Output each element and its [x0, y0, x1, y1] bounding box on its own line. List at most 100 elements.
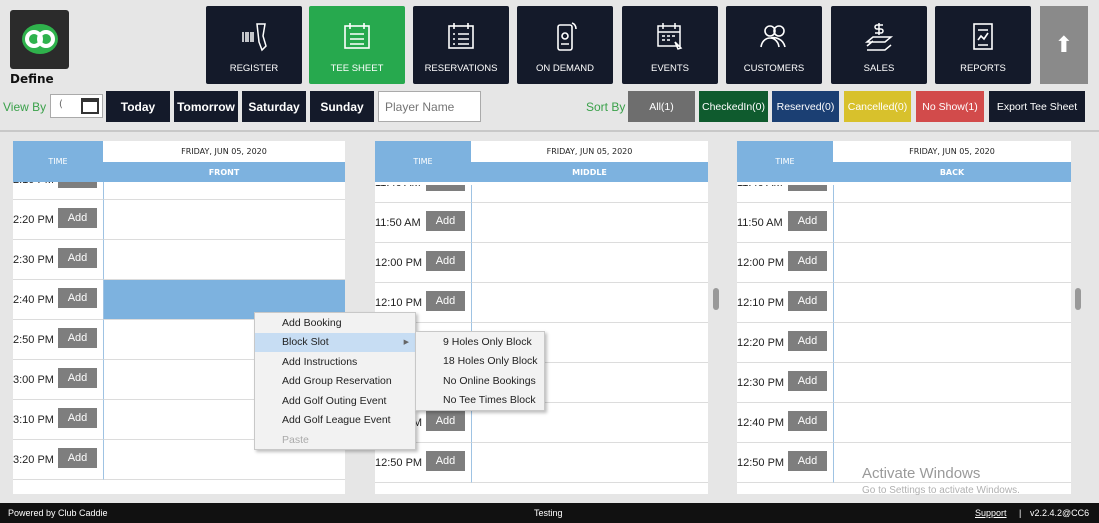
nav-label: CUSTOMERS [743, 63, 805, 74]
date-header: FRIDAY, JUN 05, 2020 [471, 141, 708, 161]
add-booking-button[interactable]: Add [58, 408, 97, 428]
nav-label: TEE SHEET [330, 63, 384, 74]
vertical-scrollbar[interactable] [713, 288, 719, 310]
club-caddie-logo[interactable] [10, 10, 69, 69]
nav-on-demand-button[interactable]: ON DEMAND [517, 6, 613, 84]
time-column-header: TIME [13, 141, 103, 182]
add-booking-button[interactable]: Add [58, 448, 97, 468]
scroll-up-button[interactable]: ⬆ [1040, 6, 1088, 84]
submenu-item-18-holes-only-block[interactable]: 18 Holes Only Block [416, 352, 544, 372]
customers-icon [726, 20, 822, 54]
menu-item-add-group-reservation[interactable]: Add Group Reservation [255, 372, 415, 392]
add-booking-button[interactable]: Add [788, 331, 827, 351]
booking-slot[interactable] [471, 443, 708, 483]
booking-slot[interactable] [833, 203, 1071, 243]
booking-slot[interactable] [833, 243, 1071, 283]
table-row: 11:50 AM Add [375, 203, 708, 243]
booking-slot[interactable] [471, 283, 708, 323]
booking-slot[interactable] [833, 363, 1071, 403]
date-header: FRIDAY, JUN 05, 2020 [103, 141, 345, 161]
tomorrow-button[interactable]: Tomorrow [174, 91, 238, 122]
saturday-button[interactable]: Saturday [242, 91, 306, 122]
course-header: FRONT [103, 162, 345, 182]
nav-sales-button[interactable]: SALES [831, 6, 927, 84]
vertical-scrollbar[interactable] [1075, 288, 1081, 310]
add-booking-button[interactable]: Add [58, 248, 97, 268]
tee-time-label: 12:30 PM [737, 377, 785, 389]
barcode-scanner-icon [206, 20, 302, 54]
nav-reservations-button[interactable]: RESERVATIONS [413, 6, 509, 84]
add-booking-button[interactable]: Add [788, 411, 827, 431]
nav-events-button[interactable]: EVENTS [622, 6, 718, 84]
booking-slot[interactable] [833, 403, 1071, 443]
add-booking-button[interactable]: Add [58, 328, 97, 348]
menu-item-add-golf-outing-event[interactable]: Add Golf Outing Event [255, 391, 415, 411]
add-booking-button[interactable]: Add [426, 291, 465, 311]
calendar-icon[interactable] [81, 98, 99, 114]
add-booking-button[interactable]: Add [426, 451, 465, 471]
add-booking-button[interactable]: Add [788, 251, 827, 271]
menu-item-label: Block Slot [282, 336, 329, 349]
menu-item-add-instructions[interactable]: Add Instructions [255, 352, 415, 372]
booking-slot[interactable] [103, 200, 345, 240]
add-booking-button[interactable]: Add [426, 411, 465, 431]
submenu-item-no-online-bookings[interactable]: No Online Bookings [416, 371, 544, 391]
table-row: 12:30 PMAdd [737, 363, 1071, 403]
booking-slot[interactable] [471, 203, 708, 243]
filter-reserved-button[interactable]: Reserved(0) [772, 91, 839, 122]
tee-sheet-panel-middle: TIMEFRIDAY, JUN 05, 2020MIDDLE11:40 AMAd… [375, 141, 708, 494]
time-column-header: TIME [375, 141, 471, 182]
top-bar: Define REGISTER TEE SHEET RESERVATIONS O… [0, 0, 1099, 132]
nav-register-button[interactable]: REGISTER [206, 6, 302, 84]
today-button[interactable]: Today [106, 91, 170, 122]
tee-time-label: 12:20 PM [737, 337, 785, 349]
powered-by-text: Powered by Club Caddie [8, 508, 108, 518]
tee-time-label: 2:50 PM [13, 334, 54, 346]
tee-time-label: 2:30 PM [13, 254, 54, 266]
add-booking-button[interactable]: Add [788, 371, 827, 391]
add-booking-button[interactable]: Add [426, 211, 465, 231]
booking-slot[interactable] [103, 240, 345, 280]
add-booking-button[interactable]: Add [788, 211, 827, 231]
add-booking-button[interactable]: Add [426, 251, 465, 271]
add-booking-button[interactable]: Add [788, 291, 827, 311]
menu-item-block-slot[interactable]: Block Slot ▶ [255, 332, 415, 352]
menu-item-add-booking[interactable]: Add Booking [255, 313, 415, 333]
chevron-right-icon: ▶ [403, 339, 409, 347]
export-tee-sheet-button[interactable]: Export Tee Sheet [989, 91, 1085, 122]
tee-time-label: 3:20 PM [13, 454, 54, 466]
panel-gap [708, 141, 722, 494]
filter-all-button[interactable]: All(1) [628, 91, 695, 122]
add-booking-button[interactable]: Add [58, 368, 97, 388]
nav-label: EVENTS [650, 63, 689, 74]
add-booking-button[interactable]: Add [788, 451, 827, 471]
footer-bar: Powered by Club Caddie Testing Support |… [0, 503, 1099, 523]
menu-item-add-golf-league-event[interactable]: Add Golf League Event [255, 411, 415, 431]
filter-cancelled-button[interactable]: Cancelled(0) [844, 91, 911, 122]
tee-time-label: 2:20 PM [13, 214, 54, 226]
player-name-input[interactable] [378, 91, 481, 122]
tee-time-label: 12:00 PM [737, 257, 785, 269]
reservations-icon [413, 20, 509, 54]
submenu-item-9-holes-only-block[interactable]: 9 Holes Only Block [416, 332, 544, 352]
logo-icon [22, 24, 58, 54]
booking-slot[interactable] [471, 243, 708, 283]
table-row: 12:50 PM Add [375, 443, 708, 483]
filter-checked-in-button[interactable]: CheckedIn(0) [699, 91, 768, 122]
table-row: 12:10 PM Add [375, 283, 708, 323]
booking-slot[interactable] [833, 283, 1071, 323]
nav-tee-sheet-button[interactable]: TEE SHEET [309, 6, 405, 84]
tee-time-label: 12:10 PM [737, 297, 785, 309]
date-picker[interactable]: ( [50, 94, 103, 118]
support-link[interactable]: Support [975, 508, 1007, 518]
add-booking-button[interactable]: Add [58, 208, 97, 228]
booking-slot[interactable] [833, 323, 1071, 363]
nav-label: ON DEMAND [535, 63, 595, 74]
sunday-button[interactable]: Sunday [310, 91, 374, 122]
nav-customers-button[interactable]: CUSTOMERS [726, 6, 822, 84]
add-booking-button[interactable]: Add [58, 288, 97, 308]
nav-reports-button[interactable]: REPORTS [935, 6, 1031, 84]
table-row: 12:00 PM Add [737, 243, 1071, 283]
submenu-item-no-tee-times-block[interactable]: No Tee Times Block [416, 391, 544, 411]
filter-no-show-button[interactable]: No Show(1) [916, 91, 984, 122]
